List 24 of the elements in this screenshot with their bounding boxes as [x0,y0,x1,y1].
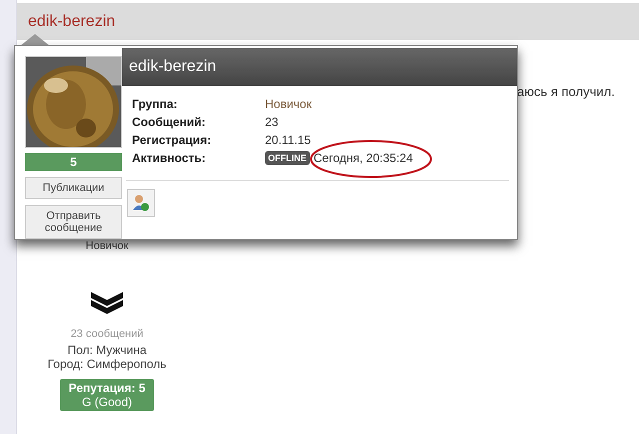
status-badge: OFFLINE [265,151,310,165]
add-friend-button[interactable] [127,189,155,217]
field-value: 23 [265,115,278,129]
reputation-grade: G (Good) [82,395,132,409]
field-label: Группа: [132,97,178,111]
field-label: Сообщений: [132,115,207,129]
profile-button[interactable]: Публикации [25,177,122,199]
username-link[interactable]: edik-berezin [28,12,116,30]
user-add-icon [132,194,150,212]
field-value: Сегодня, 20:35:24 [314,151,413,165]
field-label: Активность: [132,151,207,165]
group-link[interactable]: Новичок [265,97,312,111]
gender-text: Пол: Мужчина [67,343,147,357]
post-count: 23 сообщений [70,328,144,340]
field-value: 20.11.15 [265,133,311,147]
group-label: Новичок [86,240,128,252]
popup-username: edik-berezin [129,58,216,76]
chevron-rank-icon [91,292,123,314]
profile-button[interactable]: Отправить сообщение [25,205,122,239]
reputation-text: Репутация: 5 [68,381,146,395]
reputation-bar: 5 [25,153,122,171]
field-label: Регистрация: [132,133,212,147]
post-text: аюсь я получил. [517,84,615,99]
city-text: Город: Симферополь [48,357,166,371]
